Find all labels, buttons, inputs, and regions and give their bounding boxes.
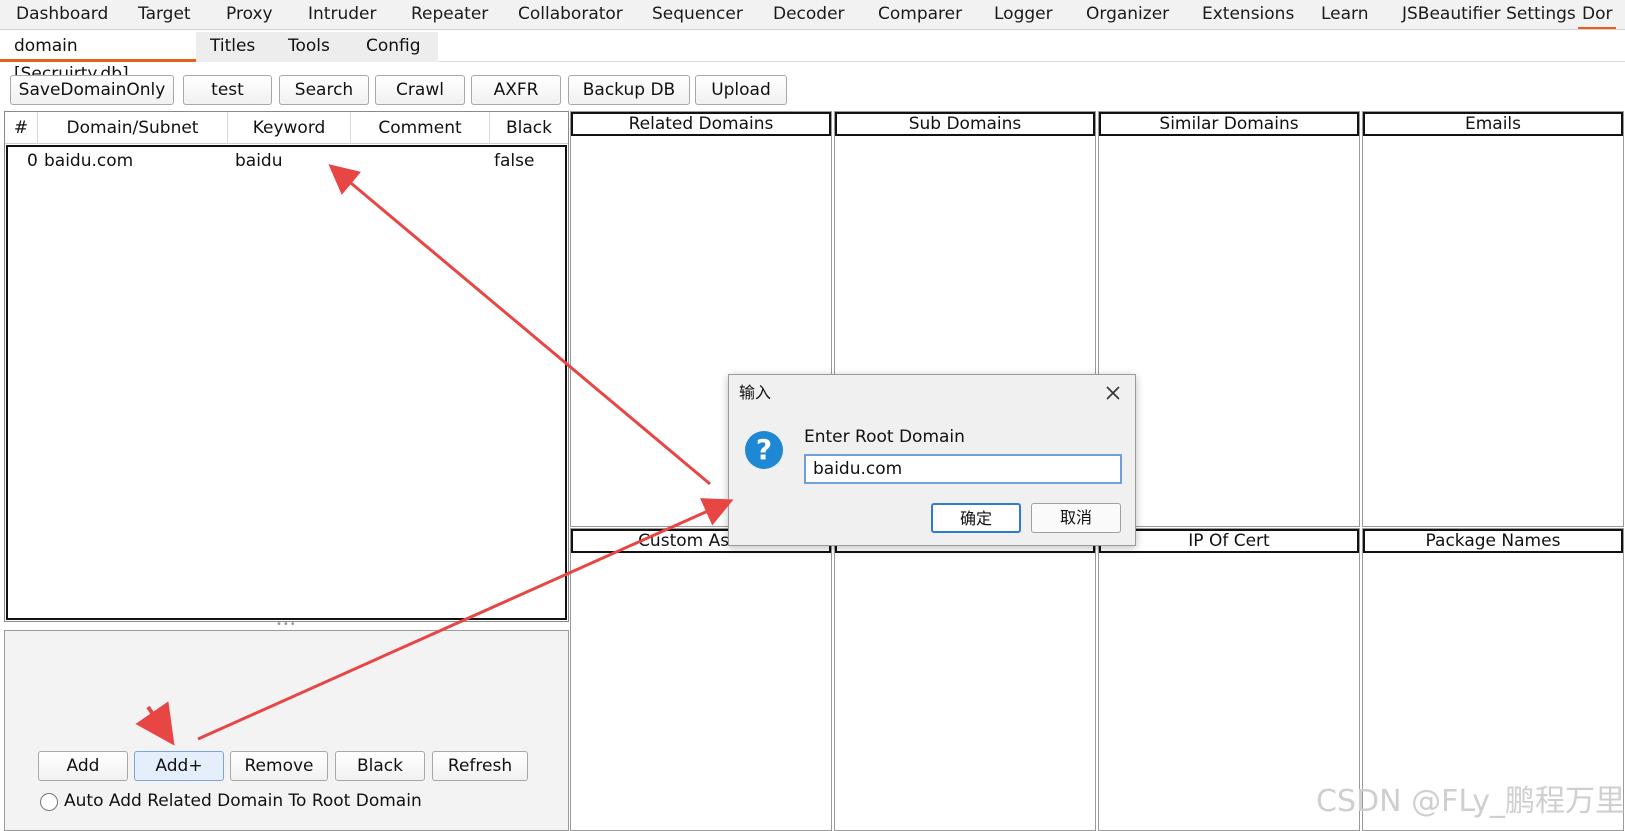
axfr-button[interactable]: AXFR xyxy=(471,75,561,105)
tab-intruder[interactable]: Intruder xyxy=(304,0,380,29)
tab-organizer[interactable]: Organizer xyxy=(1082,0,1173,29)
backup-db-button[interactable]: Backup DB xyxy=(568,75,690,105)
ip-of-subnet-panel[interactable]: IP Of Subnet xyxy=(834,528,1096,831)
tab-dashboard[interactable]: Dashboard xyxy=(12,0,112,29)
column-header-comment[interactable]: Comment xyxy=(351,112,490,144)
auto-add-label: Auto Add Related Domain To Root Domain xyxy=(64,791,422,811)
add-button[interactable]: Add xyxy=(38,751,128,781)
tab-jsbeautifier-settings[interactable]: JSBeautifier Settings xyxy=(1398,0,1580,29)
tab-learn[interactable]: Learn xyxy=(1317,0,1373,29)
root-domain-input[interactable]: baidu.com xyxy=(804,454,1122,484)
tab-target[interactable]: Target xyxy=(134,0,195,29)
top-tab-bar: Dashboard Target Proxy Intruder Repeater… xyxy=(0,0,1625,30)
column-header-domain[interactable]: Domain/Subnet xyxy=(38,112,228,144)
tab-config[interactable]: Config xyxy=(352,32,438,62)
similar-domains-panel[interactable]: Similar Domains xyxy=(1098,111,1360,527)
emails-panel[interactable]: Emails xyxy=(1362,111,1624,527)
cell-domain: baidu.com xyxy=(44,151,134,171)
table-body[interactable]: 0 baidu.com baidu false xyxy=(6,145,567,620)
tab-collaborator[interactable]: Collaborator xyxy=(514,0,627,29)
panel-title: IP Of Cert xyxy=(1099,529,1359,553)
save-domain-only-button[interactable]: SaveDomainOnly xyxy=(10,75,174,105)
custom-assets-panel[interactable]: Custom Assets xyxy=(570,528,832,831)
input-dialog: 输入 ? Enter Root Domain baidu.com 确定 取消 xyxy=(728,374,1136,546)
root-domain-table[interactable]: # Domain/Subnet Keyword Comment Black 0 … xyxy=(4,111,569,622)
tab-tools[interactable]: Tools xyxy=(274,32,352,62)
remove-button[interactable]: Remove xyxy=(230,751,328,781)
dialog-prompt: Enter Root Domain xyxy=(804,427,965,447)
column-header-keyword[interactable]: Keyword xyxy=(228,112,351,144)
ok-button[interactable]: 确定 xyxy=(931,503,1021,533)
test-button[interactable]: test xyxy=(183,75,272,105)
panel-title: Emails xyxy=(1363,112,1623,136)
watermark: CSDN @FLy_鹏程万里 xyxy=(1316,784,1625,819)
upload-button[interactable]: Upload xyxy=(695,75,787,105)
refresh-button[interactable]: Refresh xyxy=(432,751,528,781)
tab-decoder[interactable]: Decoder xyxy=(769,0,849,29)
tab-logger[interactable]: Logger xyxy=(990,0,1057,29)
tab-domain-db[interactable]: domain [Secruirty.db] xyxy=(0,32,196,84)
tab-repeater[interactable]: Repeater xyxy=(407,0,492,29)
column-header-index[interactable]: # xyxy=(5,112,38,144)
tab-titles[interactable]: Titles xyxy=(196,32,274,62)
table-header: # Domain/Subnet Keyword Comment Black xyxy=(5,112,568,144)
cell-index: 0 xyxy=(27,151,38,171)
tab-comparer[interactable]: Comparer xyxy=(874,0,966,29)
tab-proxy[interactable]: Proxy xyxy=(222,0,277,29)
sub-tab-bar: domain [Secruirty.db] Titles Tools Confi… xyxy=(0,30,1625,84)
close-icon[interactable] xyxy=(1101,381,1125,405)
add-plus-button[interactable]: Add+ xyxy=(134,751,224,781)
panel-title: Package Names xyxy=(1363,529,1623,553)
crawl-button[interactable]: Crawl xyxy=(375,75,465,105)
cell-keyword: baidu xyxy=(235,151,283,171)
auto-add-radio[interactable] xyxy=(40,793,58,811)
tab-extensions[interactable]: Extensions xyxy=(1198,0,1298,29)
panel-title: Similar Domains xyxy=(1099,112,1359,136)
panel-title: Sub Domains xyxy=(835,112,1095,136)
column-header-black[interactable]: Black xyxy=(490,112,568,144)
tab-domain-hunter[interactable]: Dor xyxy=(1578,0,1617,29)
tab-sequencer[interactable]: Sequencer xyxy=(648,0,747,29)
black-button[interactable]: Black xyxy=(335,751,425,781)
dialog-title: 输入 xyxy=(739,383,772,402)
cancel-button[interactable]: 取消 xyxy=(1031,503,1121,533)
panel-title: Related Domains xyxy=(571,112,831,136)
question-icon: ? xyxy=(745,431,783,469)
cell-black: false xyxy=(494,151,535,171)
search-button[interactable]: Search xyxy=(279,75,369,105)
splitter-handle[interactable]: ••• xyxy=(276,620,296,630)
